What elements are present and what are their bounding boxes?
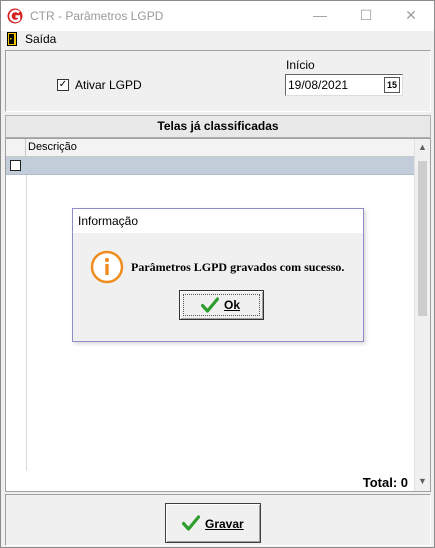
- total-count: Total: 0: [362, 475, 408, 490]
- inicio-date-field[interactable]: 19/08/2021 15: [285, 74, 403, 96]
- ativar-lgpd-label[interactable]: Ativar LGPD: [75, 78, 142, 92]
- green-check-icon: [182, 515, 200, 531]
- inicio-label: Início: [286, 58, 315, 72]
- bottom-panel: Gravar: [5, 494, 431, 546]
- scroll-down-arrow-icon[interactable]: ▼: [418, 476, 427, 486]
- gravar-button[interactable]: Gravar: [165, 503, 261, 543]
- menu-item-saida[interactable]: Saída: [25, 32, 56, 46]
- vertical-scrollbar[interactable]: ▲ ▼: [414, 139, 430, 491]
- column-header-descricao[interactable]: Descrição: [28, 141, 77, 153]
- green-check-icon: [201, 297, 219, 313]
- dialog-title: Informação: [78, 214, 139, 228]
- scroll-up-arrow-icon[interactable]: ▲: [418, 142, 427, 152]
- grid-header-row: Descrição: [6, 139, 414, 157]
- main-window: CTR - Parâmetros LGPD — ☐ ✕ Saída ✓ Ativ…: [0, 0, 435, 548]
- info-icon: [90, 250, 124, 284]
- ok-button[interactable]: Ok: [179, 290, 264, 320]
- inicio-date-value[interactable]: 19/08/2021: [288, 78, 348, 92]
- gravar-label: Gravar: [205, 517, 244, 531]
- dialog-message: Parâmetros LGPD gravados com sucesso.: [131, 260, 345, 274]
- window-title: CTR - Parâmetros LGPD: [30, 9, 164, 23]
- row-checkbox[interactable]: [10, 160, 21, 171]
- grid-column-divider: [26, 175, 27, 471]
- scrollbar-thumb[interactable]: [418, 161, 427, 316]
- minimize-button[interactable]: —: [297, 1, 343, 31]
- focus-rectangle: [183, 294, 260, 316]
- dialog-title-bar: Informação: [73, 209, 363, 233]
- ativar-lgpd-checkbox[interactable]: ✓: [57, 79, 69, 91]
- info-dialog: Informação Parâmetros LGPD gravados com …: [72, 208, 364, 342]
- section-title: Telas já classificadas: [5, 115, 431, 138]
- maximize-button[interactable]: ☐: [343, 1, 389, 31]
- exit-door-icon: [7, 32, 17, 46]
- title-bar: CTR - Parâmetros LGPD — ☐ ✕: [1, 1, 434, 31]
- ok-label: Ok: [224, 298, 241, 312]
- menu-bar: Saída: [1, 31, 434, 47]
- calendar-icon[interactable]: 15: [384, 77, 400, 93]
- ctr-logo-icon: [7, 8, 23, 24]
- close-button[interactable]: ✕: [388, 1, 434, 31]
- row-indicator-header: [6, 139, 26, 157]
- settings-panel: ✓ Ativar LGPD Início 19/08/2021 15: [5, 50, 431, 112]
- table-row[interactable]: [6, 157, 414, 175]
